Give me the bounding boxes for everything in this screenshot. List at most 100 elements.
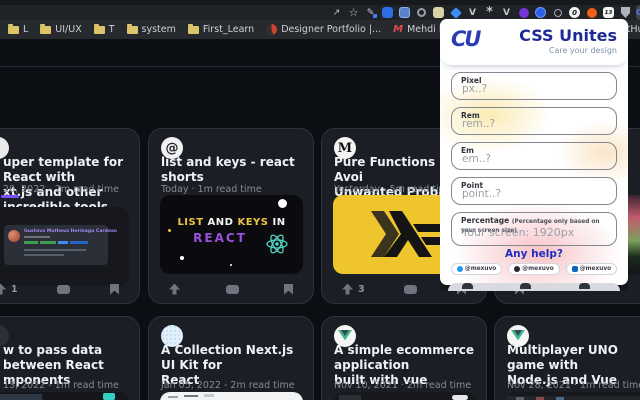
article-thumbnail[interactable] [0, 392, 129, 400]
upvote-button[interactable]: 3 [342, 284, 365, 295]
article-meta: Nov 28, 2021 · 1m read time [507, 380, 640, 391]
thumb-fragment [184, 395, 198, 397]
article-card[interactable]: w to pass data between React mponents 13… [0, 316, 140, 400]
folder-icon [188, 26, 199, 34]
popup-title: CSS Unites [519, 26, 617, 45]
vimium-icon[interactable]: V [466, 6, 479, 19]
v-extension-icon[interactable]: V [500, 6, 513, 19]
article-meta: 13, 2022 - 1m read time [3, 380, 119, 391]
article-card[interactable]: uper template for React with xt.js and o… [0, 128, 140, 304]
article-thumbnail[interactable] [506, 392, 640, 400]
article-card[interactable]: Multiplayer UNO game with Node.js and Vu… [494, 316, 640, 400]
browser-window: ↗ ☆ ✎ V * V 0 13 CU L UI/UX T system Fir… [0, 0, 640, 400]
css-unites-extension-icon[interactable]: CU [636, 5, 640, 20]
bookmark-designer-portfolio[interactable]: Designer Portfolio |... [266, 24, 381, 35]
pixel-input[interactable]: Pixel px..? [451, 72, 617, 100]
shield-extension-icon[interactable] [619, 6, 632, 19]
flower-extension-icon[interactable]: * [483, 6, 496, 19]
article-meta: Today · 1m read time [161, 184, 262, 195]
thumb-fragment [452, 395, 468, 400]
thumb-headline-2: REACT [160, 231, 280, 245]
zero-extension-icon[interactable]: 0 [568, 6, 581, 19]
article-meta: Nov 10, 2021 · 2m read time [334, 380, 471, 391]
screenshot-pen-icon[interactable]: ✎ [364, 6, 377, 19]
linkedin-icon [572, 266, 578, 272]
tag-chip [24, 241, 38, 244]
article-card[interactable]: @ list and keys - react shorts Today · 1… [148, 128, 314, 304]
article-meta: Jan 05, 2022 - 2m read time [161, 380, 295, 391]
rem-input[interactable]: Rem rem..? [451, 107, 617, 135]
article-thumbnail[interactable] [333, 392, 476, 400]
comment-button[interactable] [57, 285, 70, 294]
article-title[interactable]: list and keys - react shorts [161, 155, 303, 185]
folder-icon [8, 26, 19, 34]
github-link[interactable]: @mexuvo [508, 263, 559, 275]
thumb-headline: LIST AND KEYS IN [160, 217, 303, 228]
camera-extension-icon[interactable] [415, 6, 428, 19]
em-placeholder: em..? [462, 153, 491, 165]
css-unites-popup: CU CSS Unites Care your design Pixel px.… [440, 19, 628, 291]
twitter-link[interactable]: @mexuvo [451, 263, 502, 275]
upvote-button[interactable] [169, 284, 180, 295]
bookmark-button[interactable] [110, 284, 119, 295]
point-placeholder: point..? [462, 188, 501, 200]
tag-indicator [1, 195, 19, 198]
percentage-placeholder: Your screen: 1920px [462, 226, 574, 239]
bookmark-button[interactable] [284, 284, 293, 295]
badge-13-icon[interactable]: 13 [602, 6, 615, 19]
github-icon [514, 266, 520, 272]
upvote-button[interactable]: 1 [0, 284, 18, 295]
notes-extension-icon[interactable] [432, 6, 445, 19]
vue-logo [338, 330, 352, 342]
article-card[interactable]: A Collection Next.js UI Kit for React Ja… [148, 316, 314, 400]
linkedin-link[interactable]: @mexuvo [566, 263, 617, 275]
article-meta: Yesterday - 5m read time [334, 184, 454, 195]
bookmark-star-icon[interactable]: ☆ [347, 6, 360, 19]
footer-icon-top [579, 283, 590, 289]
point-input[interactable]: Point point..? [451, 177, 617, 205]
widget-text-bar [24, 249, 86, 251]
droplet-extension-icon[interactable] [551, 6, 564, 19]
flame-extension-icon[interactable] [585, 6, 598, 19]
swirl-extension-icon[interactable] [534, 6, 547, 19]
bookmark-folder-l[interactable]: L [8, 24, 28, 35]
popup-footer-bar [448, 283, 620, 291]
tag-chip [40, 241, 56, 244]
pen-corner [373, 14, 377, 18]
twitter-icon [457, 266, 463, 272]
decor-dot [230, 264, 232, 266]
bookmark-folder-t[interactable]: T [94, 24, 115, 35]
article-meta: 20, 2022 - 2m read time [3, 184, 119, 195]
article-thumbnail[interactable]: LIST AND KEYS IN REACT [160, 195, 303, 274]
tag-chip [58, 241, 68, 244]
m-favicon: M [393, 24, 403, 35]
bookmark-folder-system[interactable]: system [127, 24, 176, 35]
comment-button[interactable] [226, 285, 239, 294]
widget-text-bar [24, 254, 64, 256]
percentage-input[interactable]: Percentage (Percentage only based on you… [451, 212, 617, 246]
article-thumbnail[interactable]: Gustavo Matheus Horinaga Cardoso [0, 207, 129, 286]
thumb-fragment [204, 394, 214, 397]
card-actions: 1 [0, 281, 139, 297]
em-input[interactable]: Em em..? [451, 142, 617, 170]
toolbar-icons: ↗ ☆ ✎ V * V 0 13 CU [330, 5, 640, 20]
comment-button[interactable] [404, 285, 417, 294]
thumb-fragment [506, 392, 640, 396]
gem-extension-icon[interactable] [449, 6, 462, 19]
purple-extension-icon[interactable] [517, 6, 530, 19]
article-card[interactable]: A simple ecommerce application built wit… [321, 316, 487, 400]
any-help-link[interactable]: Any help? [440, 248, 628, 260]
footer-icon-top [520, 283, 531, 289]
article-thumbnail[interactable] [160, 392, 303, 400]
bookmark-folder-uiux[interactable]: UI/UX [40, 24, 81, 35]
share-icon[interactable]: ↗ [330, 6, 343, 19]
popup-subtitle: Care your design [549, 46, 617, 55]
folder-icon [40, 26, 51, 34]
rem-placeholder: rem..? [462, 118, 495, 130]
translate-extension-icon[interactable] [398, 6, 411, 19]
card-actions [149, 281, 313, 297]
blue-extension-icon[interactable] [381, 6, 394, 19]
bookmark-folder-firstlearn[interactable]: First_Learn [188, 24, 254, 35]
decor-dot [278, 199, 287, 208]
cu-logo: CU [451, 27, 479, 51]
